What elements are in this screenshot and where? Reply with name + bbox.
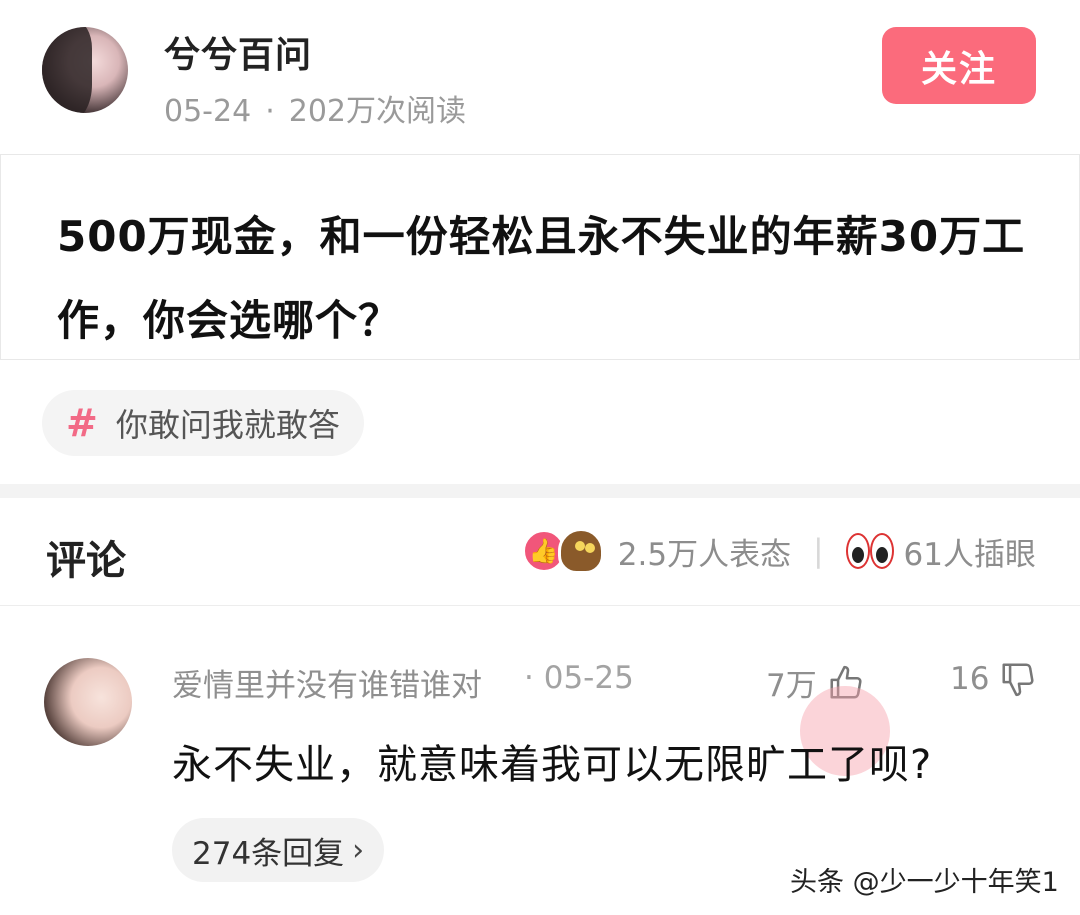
read-count: 202万次阅读 [288,94,466,129]
comment-dislike-count: 16 [950,661,990,697]
comment-date: · 05-25 [524,660,634,696]
comment-text: 永不失业，就意味着我可以无限旷工了呗? [172,742,933,788]
comments-header: 评论 👍 2.5万人表态 | 61人插眼 [0,498,1080,606]
commenter-avatar[interactable] [44,658,132,746]
thumbs-down-icon [1002,663,1034,697]
chevron-right-icon: › [352,832,365,868]
follow-button[interactable]: 关注 [882,27,1036,104]
view-replies-button[interactable]: 274条回复 › [172,818,385,882]
reaction-summary[interactable]: 👍 2.5万人表态 | 61人插眼 [521,528,1036,574]
poop-reaction-icon [557,528,604,574]
author-avatar[interactable] [42,27,128,113]
replies-label: 274条回复 [192,835,345,872]
question-card[interactable]: 500万现金，和一份轻松且永不失业的年薪30万工作，你会选哪个？ [0,154,1080,360]
comment-dislike-button[interactable]: 16 [950,660,1037,698]
reaction-count: 2.5万人表态 [617,536,792,573]
topic-label: 你敢问我就敢答 [115,406,340,444]
commenter-name[interactable]: 爱情里并没有谁错谁对 [172,660,482,705]
hashtag-icon: # [66,401,98,445]
topic-tag[interactable]: # 你敢问我就敢答 [42,390,364,456]
question-title: 500万现金，和一份轻松且永不失业的年薪30万工作，你会选哪个？ [57,212,1026,345]
author-name[interactable]: 兮兮百问 [164,26,312,78]
reaction-separator: | [813,533,824,569]
eye-count: 61人插眼 [903,536,1036,573]
section-divider [0,484,1080,498]
comment-like-count: 7万 [766,668,817,704]
meta-separator: · [265,94,275,129]
comments-title: 评论 [46,538,126,584]
eyes-icon [845,533,894,569]
post-meta: 05-24 · 202万次阅读 [164,86,466,130]
comment-date-value: 05-25 [543,660,634,696]
post-header: 兮兮百问 05-24 · 202万次阅读 关注 [0,0,1080,150]
post-date: 05-24 [164,94,252,129]
watermark: 头条 @少一少十年笑1 [790,867,1059,898]
